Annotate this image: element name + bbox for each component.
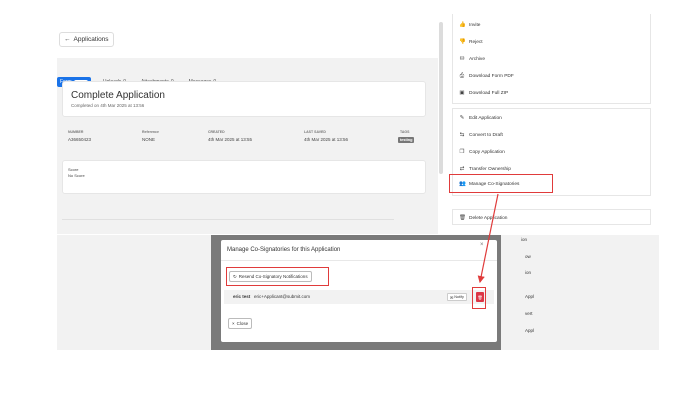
annotation-arrow <box>477 193 499 284</box>
